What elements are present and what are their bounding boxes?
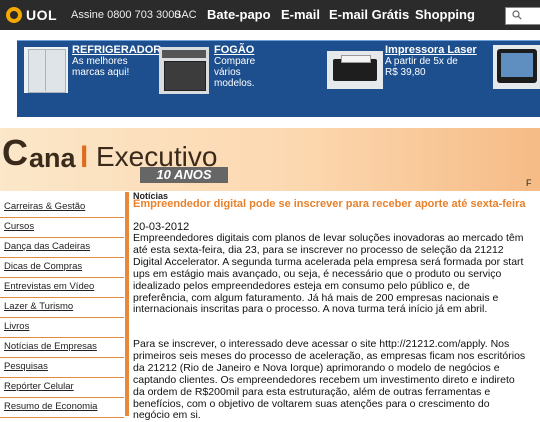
stove-image[interactable] xyxy=(159,47,209,94)
sidebar-item-pesquisas[interactable]: Pesquisas xyxy=(0,357,124,378)
sidebar-item-reporter[interactable]: Repórter Celular xyxy=(0,377,124,398)
brand-letter-c: C xyxy=(2,132,28,173)
sidebar-item-dicas[interactable]: Dicas de Compras xyxy=(0,257,124,278)
ad-impressora-desc[interactable]: A partir de 5x de R$ 39,80 xyxy=(385,56,461,78)
uol-logo[interactable]: UOL xyxy=(6,7,57,23)
ad-banner[interactable]: REFRIGERADOR As melhores marcas aqui! FO… xyxy=(17,40,540,117)
search-icon xyxy=(512,10,522,20)
article-paragraph-1: Empreendedores digitais com planos de le… xyxy=(133,232,524,316)
sidebar-item-danca[interactable]: Dança das Cadeiras xyxy=(0,237,124,258)
ad-fogao-desc[interactable]: Compare vários modelos. xyxy=(214,56,274,89)
sidebar-item-label[interactable]: Livros xyxy=(4,321,29,332)
sidebar-item-label[interactable]: Lazer & Turismo xyxy=(4,301,73,312)
sidebar-item-label[interactable]: Notícias de Empresas xyxy=(4,341,97,352)
sidebar-item-livros[interactable]: Livros xyxy=(0,317,124,338)
printer-image[interactable] xyxy=(327,51,383,89)
uol-logo-text: UOL xyxy=(26,7,58,23)
sidebar-item-label[interactable]: Dança das Cadeiras xyxy=(4,241,90,252)
article-paragraph-2: Para se inscrever, o interessado deve ac… xyxy=(133,338,526,422)
brand-10-anos-badge: 10 ANOS xyxy=(140,167,228,183)
sidebar-item-label[interactable]: Dicas de Compras xyxy=(4,261,82,272)
sidebar-item-carreiras[interactable]: Carreiras & Gestão xyxy=(0,197,124,218)
uol-top-bar: UOL Assine 0800 703 3000 SAC Bate-papo E… xyxy=(0,0,540,30)
nav-bate-papo[interactable]: Bate-papo xyxy=(207,7,271,22)
assine-link[interactable]: Assine 0800 703 3000 xyxy=(71,9,180,21)
sidebar-item-cursos[interactable]: Cursos xyxy=(0,217,124,238)
brand-text-ana: ana xyxy=(29,143,76,173)
brand-edge-f: F xyxy=(526,178,532,188)
sidebar-item-label[interactable]: Repórter Celular xyxy=(4,381,74,392)
ad-impressora-title[interactable]: Impressora Laser xyxy=(385,44,477,56)
sidebar-item-label[interactable]: Pesquisas xyxy=(4,361,48,372)
sidebar: Carreiras & Gestão Cursos Dança das Cade… xyxy=(0,192,124,418)
sidebar-divider xyxy=(125,192,129,416)
sidebar-item-label[interactable]: Entrevistas em Vídeo xyxy=(4,281,94,292)
sidebar-item-label[interactable]: Cursos xyxy=(4,221,34,232)
nav-email[interactable]: E-mail xyxy=(281,7,320,22)
gps-image[interactable] xyxy=(493,45,540,89)
ad-refrigerador-title[interactable]: REFRIGERADOR xyxy=(72,44,161,56)
sidebar-item-noticias[interactable]: Notícias de Empresas xyxy=(0,337,124,358)
brand-letter-l: l xyxy=(80,141,89,174)
nav-shopping[interactable]: Shopping xyxy=(415,7,475,22)
sidebar-item-lazer[interactable]: Lazer & Turismo xyxy=(0,297,124,318)
uol-logo-icon xyxy=(6,7,22,23)
sac-link[interactable]: SAC xyxy=(174,9,197,21)
search-input[interactable] xyxy=(505,7,540,25)
ad-refrigerador-desc[interactable]: As melhores marcas aqui! xyxy=(72,56,132,78)
sidebar-item-label[interactable]: Carreiras & Gestão xyxy=(4,201,85,212)
ad-fogao-title[interactable]: FOGÃO xyxy=(214,44,254,56)
sidebar-item-resumo[interactable]: Resumo de Economia xyxy=(0,397,124,418)
nav-email-gratis[interactable]: E-mail Grátis xyxy=(329,7,409,22)
refrigerator-image[interactable] xyxy=(24,47,68,93)
sidebar-item-label[interactable]: Resumo de Economia xyxy=(4,401,97,412)
article-headline[interactable]: Empreendedor digital pode se inscrever p… xyxy=(133,198,526,210)
sidebar-item-entrevistas[interactable]: Entrevistas em Vídeo xyxy=(0,277,124,298)
